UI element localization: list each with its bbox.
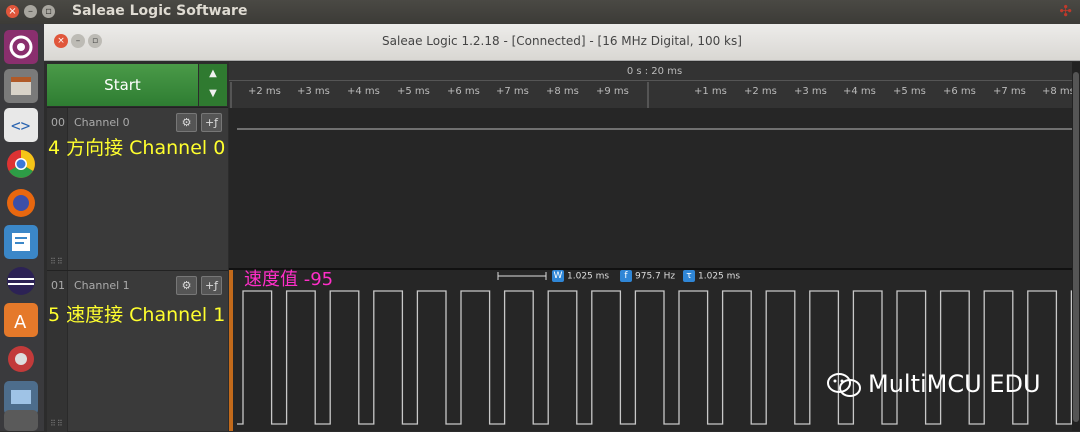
launcher: <> A [0, 24, 44, 431]
svg-text:<>: <> [11, 116, 30, 135]
speed-annotation: 速度值 -95 [244, 269, 334, 290]
grip-icon[interactable]: ⠿⠿ [50, 419, 64, 428]
system-top-bar: × – ▫ Saleae Logic Software ✣ [0, 0, 1080, 24]
channel-trigger-icon[interactable]: +ƒ [201, 276, 222, 295]
software-center-icon[interactable]: A [4, 303, 38, 337]
channel-1-annotation: 5 速度接 Channel 1 [48, 304, 226, 326]
channel-row-0[interactable]: 00 Channel 0 ⚙ +ƒ ⠿⠿ [47, 107, 228, 270]
timing-marker[interactable] [229, 270, 233, 431]
maximize-icon[interactable]: ▫ [42, 5, 55, 18]
channel-number: 01 [51, 279, 65, 292]
chevron-up-icon[interactable]: ▲ [199, 64, 227, 84]
svg-text:A: A [14, 312, 27, 333]
text-editor-icon[interactable] [4, 225, 38, 259]
window-title: Saleae Logic 1.2.18 - [Connected] - [16 … [382, 34, 742, 48]
app-title: Saleae Logic Software [72, 3, 248, 19]
channel-trigger-icon[interactable]: +ƒ [201, 113, 222, 132]
channel-1-signal [237, 290, 1080, 425]
start-options[interactable]: ▲ ▼ [199, 64, 227, 106]
wechat-icon [827, 373, 861, 397]
saleae-logo-icon: ✣ [1059, 2, 1072, 20]
frequency-badge: f [620, 270, 632, 282]
width-value: 1.025 ms [567, 271, 610, 282]
measurement-arrow[interactable] [496, 270, 548, 283]
frequency-value: 975.7 Hz [635, 271, 676, 282]
files-icon[interactable] [4, 69, 38, 103]
width-badge: W [552, 270, 564, 282]
firefox-icon[interactable] [4, 186, 38, 220]
channel-0-annotation: 4 方向接 Channel 0 [48, 137, 226, 159]
timeline-ruler[interactable]: 0 s : 20 ms +2 ms +3 ms +4 ms +5 ms +6 ms +7 … [229, 62, 1080, 108]
channel-drag-strip[interactable] [47, 271, 68, 432]
width-measurement: W 1.025 ms [552, 270, 609, 283]
grip-icon[interactable]: ⠿⠿ [50, 257, 64, 266]
system-icon[interactable] [4, 410, 38, 431]
scrollbar-thumb[interactable] [1073, 72, 1079, 422]
settings-icon[interactable] [4, 342, 38, 376]
frequency-measurement: f 975.7 Hz [620, 270, 675, 283]
channel-row-1[interactable]: 01 Channel 1 ⚙ +ƒ ⠿⠿ [47, 270, 228, 432]
minimize-icon[interactable]: – [24, 5, 37, 18]
ubuntu-dash-icon[interactable] [4, 30, 38, 64]
watermark-text: MultiMCU EDU [868, 370, 1041, 398]
chrome-icon[interactable] [4, 147, 38, 181]
channel-name[interactable]: Channel 0 [74, 116, 130, 129]
period-measurement: τ 1.025 ms [683, 270, 740, 283]
chevron-down-icon[interactable]: ▼ [199, 84, 227, 104]
start-button[interactable]: Start [47, 64, 198, 106]
period-value: 1.025 ms [698, 271, 741, 282]
channel-name[interactable]: Channel 1 [74, 279, 130, 292]
close-icon[interactable]: × [6, 5, 19, 18]
period-badge: τ [683, 270, 695, 282]
watermark: MultiMCU EDU [826, 370, 1041, 398]
channel-number: 00 [51, 116, 65, 129]
code-editor-icon[interactable]: <> [4, 108, 38, 142]
vertical-scrollbar[interactable] [1072, 62, 1080, 431]
channel-settings-gear-icon[interactable]: ⚙ [176, 113, 197, 132]
eclipse-icon[interactable] [4, 264, 38, 298]
window-title-bar: × – ▫ Saleae Logic 1.2.18 - [Connected] … [44, 24, 1080, 61]
channel-settings-gear-icon[interactable]: ⚙ [176, 276, 197, 295]
